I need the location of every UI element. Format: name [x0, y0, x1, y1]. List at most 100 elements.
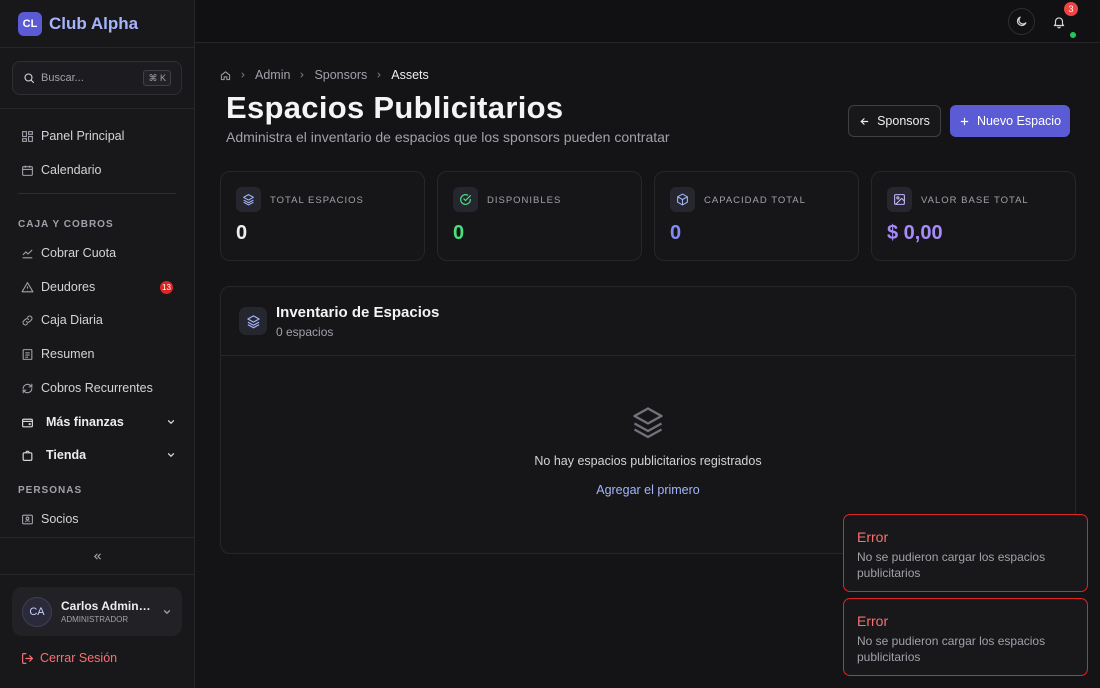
stat-icon-wrap [453, 187, 478, 212]
box-icon [677, 193, 688, 206]
section-title-personas: PERSONAS [18, 485, 83, 496]
sidebar-group-label: Tienda [46, 448, 87, 462]
sidebar-item-label: Deudores [41, 280, 96, 294]
sidebar-item-label: Panel Principal [41, 129, 125, 143]
logout-icon [22, 652, 34, 664]
plus-icon [960, 117, 969, 125]
receipt-icon [22, 348, 33, 360]
inventory-header: Inventario de Espacios 0 espacios [221, 287, 1075, 356]
sidebar-item-label: Socios [41, 512, 79, 526]
sidebar-item-calendario[interactable]: Calendario [12, 156, 182, 184]
chevron-right-icon [300, 72, 305, 78]
user-role: ADMINISTRADOR [61, 615, 129, 624]
divider [0, 108, 194, 109]
stat-value: 0 [453, 222, 465, 244]
search-box[interactable]: ⌘ K [12, 61, 182, 95]
error-toast[interactable]: Error No se pudieron cargar los espacios… [843, 514, 1088, 592]
sidebar-item-resumen[interactable]: Resumen [12, 340, 182, 368]
sidebar-item-label: Caja Diaria [41, 313, 103, 327]
toast-title: Error [857, 613, 889, 629]
chevrons-left-icon [93, 553, 101, 559]
user-name: Carlos Administrador [61, 599, 153, 613]
collapse-sidebar-button[interactable] [0, 537, 194, 575]
layers-icon [633, 407, 663, 439]
stat-card-disponibles: DISPONIBLES 0 [437, 171, 642, 261]
sidebar-item-label: Cobros Recurrentes [41, 381, 153, 395]
sidebar-item-panel-principal[interactable]: Panel Principal [12, 122, 182, 150]
sidebar-item-cobrar-cuota[interactable]: Cobrar Cuota [12, 239, 182, 267]
calendar-icon [22, 165, 33, 176]
sidebar-item-caja-diaria[interactable]: Caja Diaria [12, 306, 182, 334]
nav-divider [18, 193, 176, 194]
chevron-down-icon [167, 453, 175, 458]
inventory-title: Inventario de Espacios [276, 304, 440, 321]
stat-label: CAPACIDAD TOTAL [704, 195, 806, 206]
breadcrumb-sponsors[interactable]: Sponsors [314, 68, 367, 82]
stat-icon-wrap [887, 187, 912, 212]
error-toast[interactable]: Error No se pudieron cargar los espacios… [843, 598, 1088, 676]
breadcrumb-current: Assets [391, 68, 429, 82]
stat-value: 0 [236, 222, 248, 244]
topbar: 3 [195, 0, 1100, 43]
search-icon [24, 73, 35, 84]
sidebar-group-mas-finanzas[interactable]: Más finanzas [12, 408, 182, 436]
breadcrumb-admin[interactable]: Admin [255, 68, 290, 82]
logout-label: Cerrar Sesión [40, 651, 118, 665]
user-menu[interactable]: CA Carlos Administrador ADMINISTRADOR [12, 587, 182, 636]
link-icon [22, 315, 33, 325]
avatar: CA [22, 597, 52, 627]
layers-icon [246, 314, 260, 328]
sidebar: CL Club Alpha ⌘ K Panel Principal Calend… [0, 0, 195, 688]
inventory-count: 0 espacios [276, 325, 334, 339]
brand[interactable]: CL Club Alpha [0, 0, 194, 48]
add-first-link[interactable]: Agregar el primero [221, 483, 1075, 497]
search-shortcut: ⌘ K [143, 70, 171, 86]
back-to-sponsors-button[interactable]: Sponsors [848, 105, 941, 137]
chevron-right-icon [377, 72, 381, 78]
sidebar-item-socios[interactable]: Socios [12, 505, 182, 533]
toast-title: Error [857, 529, 889, 545]
sidebar-item-cobros-recurrentes[interactable]: Cobros Recurrentes [12, 374, 182, 402]
chevron-right-icon [241, 72, 245, 78]
sidebar-group-tienda[interactable]: Tienda [12, 441, 182, 469]
empty-state-text: No hay espacios publicitarios registrado… [534, 454, 762, 468]
stat-card-total-espacios: TOTAL ESPACIOS 0 [220, 171, 425, 261]
search-input[interactable] [41, 72, 141, 84]
shopping-bag-icon [22, 450, 33, 461]
page-title: Espacios Publicitarios [226, 90, 564, 125]
new-button-label: Nuevo Espacio [976, 114, 1062, 128]
stat-value: 0 [670, 222, 682, 244]
sidebar-item-label: Calendario [41, 163, 102, 177]
home-icon[interactable] [220, 70, 231, 81]
online-status-dot [1070, 32, 1076, 38]
stat-label: TOTAL ESPACIOS [270, 195, 364, 206]
section-title-caja: CAJA Y COBROS [18, 219, 114, 230]
logout-button[interactable]: Cerrar Sesión [21, 651, 117, 665]
brand-logo: CL [18, 11, 42, 36]
debtors-count-badge: 13 [160, 281, 173, 294]
stat-card-capacidad-total: CAPACIDAD TOTAL 0 [654, 171, 859, 261]
stat-label: VALOR BASE TOTAL [921, 195, 1029, 206]
new-space-button[interactable]: Nuevo Espacio [950, 105, 1070, 137]
chevron-down-icon [163, 610, 171, 615]
stat-label: DISPONIBLES [487, 195, 562, 206]
sidebar-item-deudores[interactable]: Deudores 13 [12, 273, 182, 301]
notification-count-badge: 3 [1064, 2, 1078, 16]
stat-icon-wrap [670, 187, 695, 212]
stat-card-valor-base-total: VALOR BASE TOTAL $ 0,00 [871, 171, 1076, 261]
check-circle-icon [460, 194, 471, 205]
theme-toggle-button[interactable] [1008, 8, 1035, 35]
breadcrumb: Admin Sponsors Assets [220, 67, 429, 83]
image-icon [894, 194, 905, 205]
arrow-left-icon [860, 117, 869, 125]
toast-message: No se pudieron cargar los espacios publi… [857, 550, 1046, 580]
bell-icon [1053, 16, 1064, 28]
stat-icon-wrap [236, 187, 261, 212]
chevron-down-icon [167, 420, 175, 425]
inventory-icon-wrap [239, 307, 267, 335]
sidebar-item-label: Cobrar Cuota [41, 246, 117, 260]
layers-icon [243, 194, 254, 206]
alert-triangle-icon [21, 281, 34, 292]
toast-message: No se pudieron cargar los espacios publi… [857, 634, 1046, 664]
sidebar-item-label: Resumen [41, 347, 95, 361]
